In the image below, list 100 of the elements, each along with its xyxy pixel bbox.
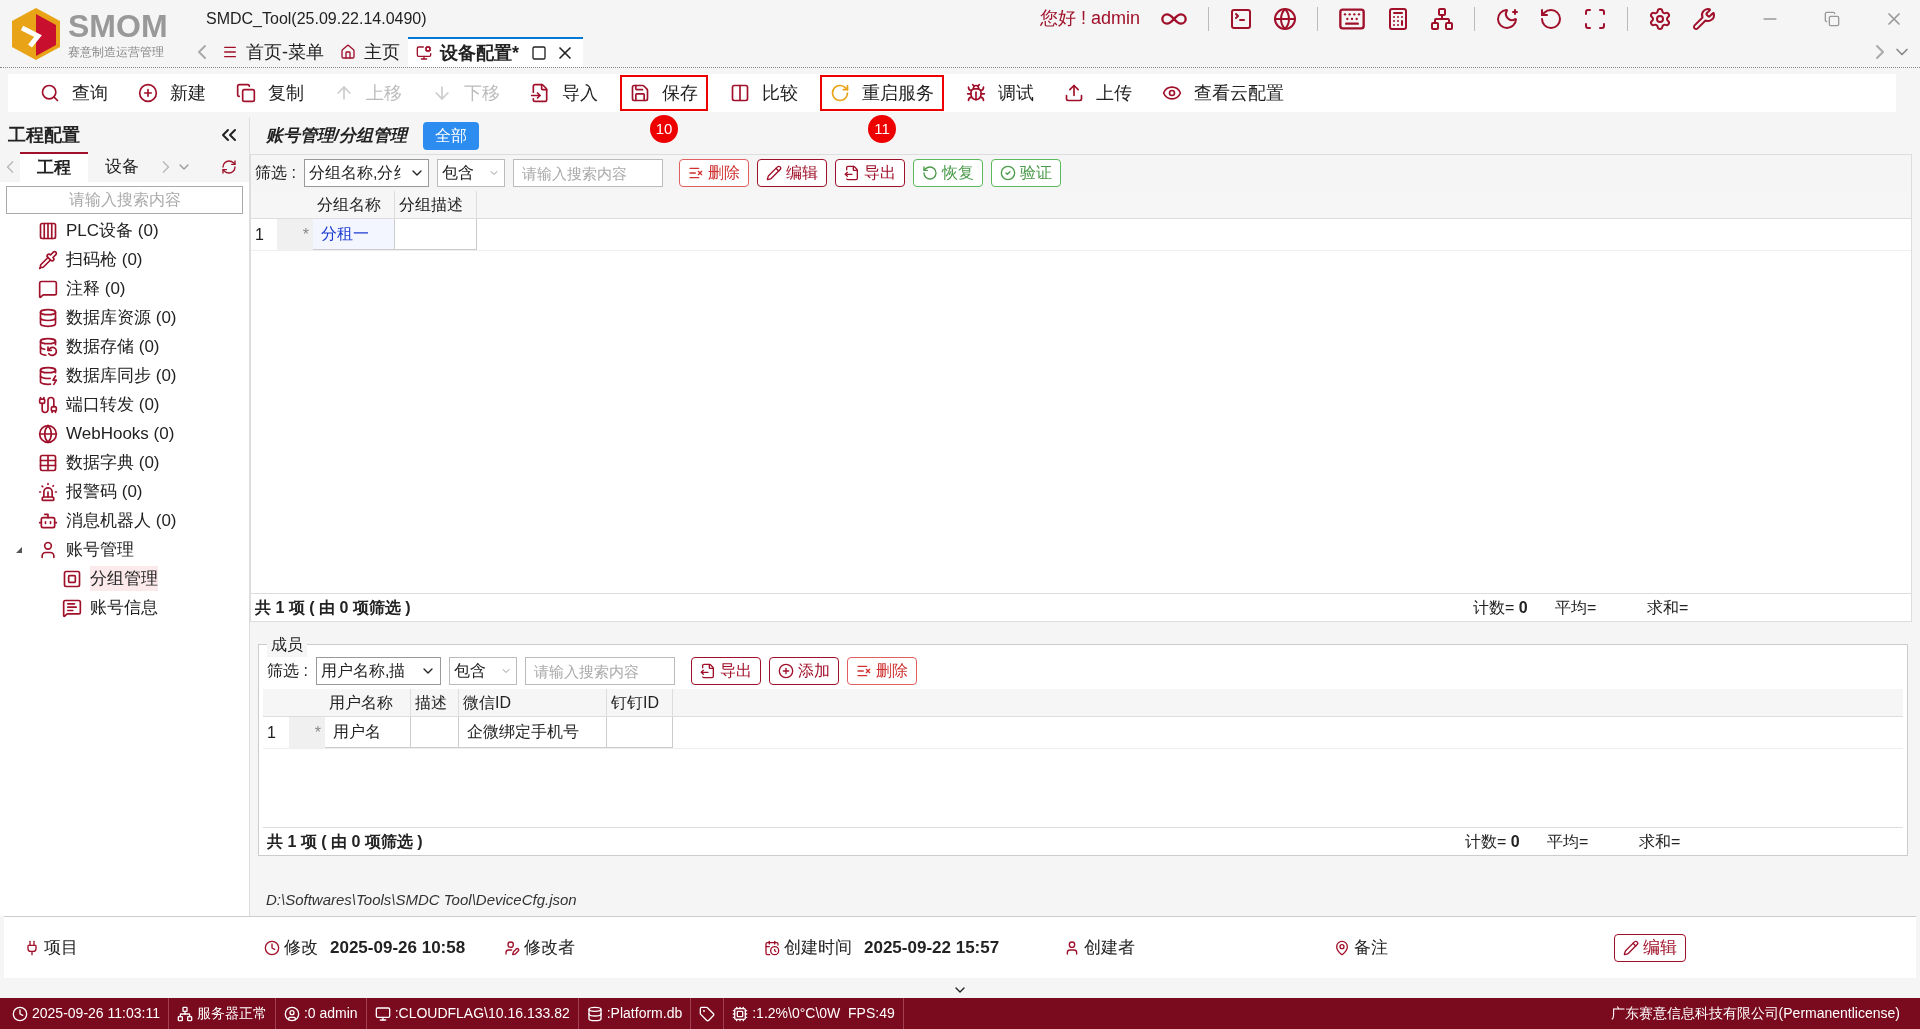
document-tab[interactable]: 首页-菜单 — [214, 37, 332, 67]
toolbar-button[interactable]: 复制 — [228, 75, 312, 111]
tree-item[interactable]: WebHooks (0) — [66, 420, 175, 447]
export-button[interactable]: 导出 — [690, 657, 761, 685]
column-header[interactable]: 钉钉ID — [607, 689, 673, 716]
tree-item[interactable]: 数据库同步 (0) — [66, 362, 177, 389]
tree-item[interactable]: 分组管理 — [90, 565, 158, 592]
info-label: 创建时间 — [784, 936, 852, 959]
row-number: 1 — [266, 722, 277, 743]
network-icon — [176, 1005, 193, 1022]
column-header[interactable]: 描述 — [411, 689, 459, 716]
info-label: 修改者 — [524, 936, 575, 959]
rack-icon — [38, 220, 58, 241]
tree-item[interactable]: 账号信息 — [90, 594, 158, 621]
delete-button[interactable]: 删除 — [678, 159, 749, 187]
document-tab[interactable]: 主页 — [332, 37, 408, 67]
info-value: 2025-09-22 15:57 — [864, 936, 1000, 959]
company-license: 广东赛意信息科技有限公司(Permanentlicense) — [1610, 1004, 1901, 1023]
tree-item[interactable]: 报警码 (0) — [66, 478, 143, 505]
message-icon — [62, 597, 82, 618]
greeting-text: 您好 ! admin — [1039, 7, 1140, 30]
search-field[interactable]: 请输入搜索内容 — [524, 657, 675, 685]
edit-button[interactable]: 编辑 — [1614, 933, 1686, 962]
column-header[interactable]: 分组名称 — [313, 191, 395, 218]
terminal-icon[interactable] — [1229, 6, 1253, 31]
toolbar-button[interactable]: 比较 — [722, 75, 806, 111]
tree-item[interactable]: 数据字典 (0) — [66, 449, 160, 476]
filter-label: 筛选 : — [255, 163, 296, 183]
maximize-icon[interactable] — [531, 45, 547, 61]
toolbar-button[interactable]: 上传 — [1056, 75, 1140, 111]
edit-button[interactable]: 编辑 — [756, 159, 827, 187]
toolbar-button[interactable]: 保存 — [620, 75, 708, 111]
info-label: 项目 — [44, 936, 78, 959]
document-tab[interactable]: 设备配置* — [408, 37, 583, 67]
filter-field-dropdown[interactable]: 分组名称,分纟 — [303, 159, 429, 187]
column-header[interactable]: 用户名称 — [325, 689, 411, 716]
operator-dropdown[interactable]: 包含 — [448, 657, 517, 685]
user-pen-icon — [504, 939, 520, 956]
tree-item[interactable]: 账号管理 — [66, 536, 134, 563]
file-import-icon — [530, 83, 550, 103]
copy-icon — [236, 83, 256, 103]
plus-circle-icon — [138, 83, 158, 103]
toolbar-button[interactable]: 调试 — [958, 75, 1042, 111]
tree-item[interactable]: 数据存储 (0) — [66, 333, 160, 360]
delete-button[interactable]: 删除 — [846, 657, 917, 685]
tag-icon — [699, 1005, 716, 1022]
sidebar-tab[interactable]: 设备 — [88, 152, 156, 182]
logo-subtitle: 赛意制造运营管理 — [68, 45, 165, 58]
search-field[interactable]: 请输入搜索内容 — [6, 186, 243, 214]
moon-icon[interactable] — [1495, 6, 1519, 31]
eye-icon — [1162, 83, 1182, 103]
refresh-icon[interactable] — [221, 159, 237, 175]
restart-icon — [830, 83, 850, 103]
column-header[interactable]: 分组描述 — [395, 191, 477, 218]
restore-button[interactable]: 恢复 — [912, 159, 983, 187]
info-label: 创建者 — [1084, 936, 1135, 959]
row-number: 1 — [254, 224, 265, 245]
toolbar-button[interactable]: 导入 — [522, 75, 606, 111]
tree-item[interactable]: 数据库资源 (0) — [66, 304, 177, 331]
globe-icon[interactable] — [1273, 6, 1297, 31]
sum-label: 求和= — [1647, 597, 1690, 618]
tree-item[interactable]: 扫码枪 (0) — [66, 246, 143, 273]
settings-icon[interactable] — [1648, 6, 1672, 31]
expanded-triangle-icon[interactable] — [16, 546, 22, 553]
toolbar-button[interactable]: 新建 — [130, 75, 214, 111]
tree-item[interactable]: 消息机器人 (0) — [66, 507, 177, 534]
summary-text: 共 1 项 ( 由 0 项筛选 ) — [255, 597, 411, 618]
pin-icon — [1334, 939, 1350, 956]
home-icon — [340, 44, 356, 60]
toolbar-button[interactable]: 重启服务 — [820, 75, 944, 111]
clear-list-icon — [687, 165, 704, 181]
clock-icon — [264, 939, 280, 956]
calculator-icon[interactable] — [1386, 6, 1410, 31]
operator-dropdown[interactable]: 包含 — [436, 159, 505, 187]
toolbar-button[interactable]: 查询 — [32, 75, 116, 111]
toolbar-button[interactable]: 查看云配置 — [1154, 75, 1292, 111]
verify-button[interactable]: 验证 — [990, 159, 1061, 187]
add-button[interactable]: 添加 — [768, 657, 839, 685]
comment-icon — [38, 278, 58, 299]
count-text: 计数= 0 — [1473, 597, 1529, 618]
tree-item[interactable]: 注释 (0) — [66, 275, 126, 302]
export-button[interactable]: 导出 — [834, 159, 905, 187]
network-icon[interactable] — [1430, 6, 1454, 31]
refresh-icon[interactable] — [1539, 6, 1563, 31]
tree-item[interactable]: PLC设备 (0) — [66, 217, 159, 244]
tree-item[interactable]: 端口转发 (0) — [66, 391, 160, 418]
average-label: 平均= — [1555, 597, 1598, 618]
fullscreen-icon[interactable] — [1583, 6, 1607, 31]
wrench-icon[interactable] — [1692, 6, 1716, 31]
restore-icon[interactable] — [1824, 10, 1840, 27]
column-header[interactable]: 微信ID — [459, 689, 607, 716]
info-value: 2025-09-26 10:58 — [330, 936, 466, 959]
search-field[interactable]: 请输入搜索内容 — [512, 159, 663, 187]
status-text: 2025-09-26 11:03:11 — [32, 1004, 160, 1023]
filter-label: 筛选 : — [267, 661, 308, 681]
sidebar-tab[interactable]: 工程 — [20, 152, 88, 182]
restore-icon — [921, 165, 938, 181]
plus-circle-icon — [777, 663, 794, 679]
filter-field-dropdown[interactable]: 用户名称,描 — [315, 657, 441, 685]
bug-icon — [966, 83, 986, 103]
